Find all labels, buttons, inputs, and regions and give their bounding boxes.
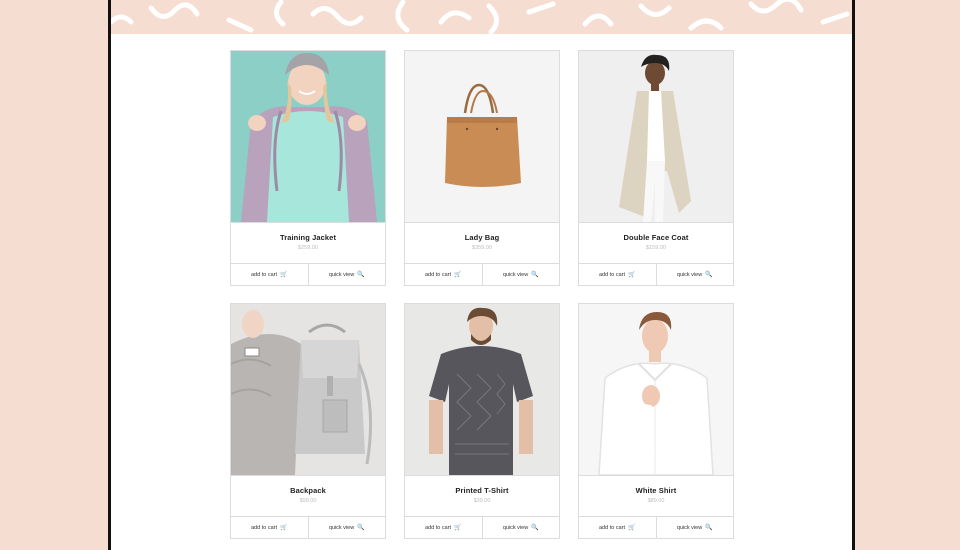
page: Training Jacket $259.00 add to cart 🛒 qu…	[0, 0, 960, 550]
add-to-cart-label: add to cart	[425, 525, 451, 531]
quick-view-label: quick view	[502, 272, 529, 278]
product-price: $159.00	[646, 245, 666, 251]
product-name[interactable]: Backpack	[231, 486, 385, 495]
product-price: $359.00	[472, 245, 492, 251]
add-to-cart-label: add to cart	[251, 525, 277, 531]
cart-icon: 🛒	[280, 525, 288, 531]
magnifier-icon: 🔍	[531, 525, 539, 531]
quick-view-label: quick view	[676, 272, 703, 278]
product-card[interactable]: Printed T-Shirt $39.00 add to cart 🛒 qui…	[404, 303, 560, 539]
product-actions: add to cart 🛒 quick view 🔍	[231, 263, 385, 286]
product-actions: add to cart 🛒 quick view 🔍	[231, 516, 385, 539]
product-card[interactable]: Training Jacket $259.00 add to cart 🛒 qu…	[230, 50, 386, 286]
product-price: $89.00	[647, 498, 665, 504]
magnifier-icon: 🔍	[705, 272, 713, 278]
product-price: $99.00	[299, 498, 317, 504]
product-image-white-shirt[interactable]	[579, 304, 733, 476]
quick-view-button[interactable]: quick view 🔍	[481, 517, 560, 539]
product-name[interactable]: White Shirt	[579, 486, 733, 495]
product-price: $39.00	[473, 498, 491, 504]
add-to-cart-label: add to cart	[425, 272, 451, 278]
quick-view-button[interactable]: quick view 🔍	[307, 517, 386, 539]
quick-view-button[interactable]: quick view 🔍	[307, 264, 386, 286]
product-card[interactable]: Backpack $99.00 add to cart 🛒 quick view…	[230, 303, 386, 539]
product-grid: Training Jacket $259.00 add to cart 🛒 qu…	[111, 0, 852, 550]
cart-icon: 🛒	[454, 525, 462, 531]
cart-icon: 🛒	[280, 272, 288, 278]
product-image-printed-t-shirt[interactable]	[405, 304, 559, 476]
product-image-double-face-coat[interactable]	[579, 51, 733, 223]
cart-icon: 🛒	[628, 272, 636, 278]
add-to-cart-button[interactable]: add to cart 🛒	[231, 264, 308, 286]
magnifier-icon: 🔍	[531, 272, 539, 278]
cart-icon: 🛒	[454, 272, 462, 278]
product-image-backpack[interactable]	[231, 304, 385, 476]
magnifier-icon: 🔍	[357, 525, 365, 531]
add-to-cart-button[interactable]: add to cart 🛒	[231, 517, 308, 539]
product-price: $259.00	[298, 245, 318, 251]
product-actions: add to cart 🛒 quick view 🔍	[579, 516, 733, 539]
add-to-cart-button[interactable]: add to cart 🛒	[579, 517, 656, 539]
add-to-cart-button[interactable]: add to cart 🛒	[405, 517, 482, 539]
magnifier-icon: 🔍	[705, 525, 713, 531]
quick-view-label: quick view	[502, 525, 529, 531]
magnifier-icon: 🔍	[357, 272, 365, 278]
product-card[interactable]: Double Face Coat $159.00 add to cart 🛒 q…	[578, 50, 734, 286]
quick-view-label: quick view	[328, 272, 355, 278]
product-name[interactable]: Training Jacket	[231, 233, 385, 242]
quick-view-button[interactable]: quick view 🔍	[655, 517, 734, 539]
quick-view-label: quick view	[676, 525, 703, 531]
product-card[interactable]: Lady Bag $359.00 add to cart 🛒 quick vie…	[404, 50, 560, 286]
product-actions: add to cart 🛒 quick view 🔍	[405, 263, 559, 286]
product-name[interactable]: Double Face Coat	[579, 233, 733, 242]
add-to-cart-label: add to cart	[599, 525, 625, 531]
add-to-cart-label: add to cart	[599, 272, 625, 278]
product-name[interactable]: Lady Bag	[405, 233, 559, 242]
product-name[interactable]: Printed T-Shirt	[405, 486, 559, 495]
add-to-cart-label: add to cart	[251, 272, 277, 278]
site-frame: Training Jacket $259.00 add to cart 🛒 qu…	[108, 0, 855, 550]
quick-view-button[interactable]: quick view 🔍	[481, 264, 560, 286]
product-card[interactable]: White Shirt $89.00 add to cart 🛒 quick v…	[578, 303, 734, 539]
add-to-cart-button[interactable]: add to cart 🛒	[579, 264, 656, 286]
add-to-cart-button[interactable]: add to cart 🛒	[405, 264, 482, 286]
product-image-training-jacket[interactable]	[231, 51, 385, 223]
product-actions: add to cart 🛒 quick view 🔍	[579, 263, 733, 286]
cart-icon: 🛒	[628, 525, 636, 531]
quick-view-button[interactable]: quick view 🔍	[655, 264, 734, 286]
quick-view-label: quick view	[328, 525, 355, 531]
product-image-lady-bag[interactable]	[405, 51, 559, 223]
product-actions: add to cart 🛒 quick view 🔍	[405, 516, 559, 539]
